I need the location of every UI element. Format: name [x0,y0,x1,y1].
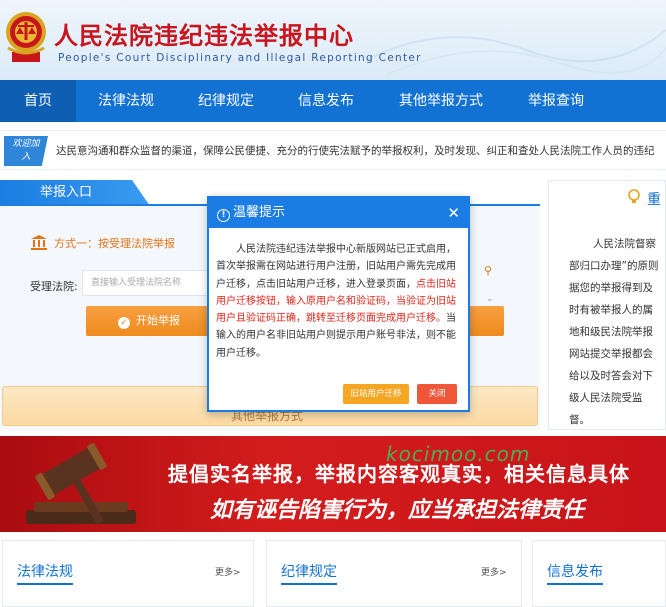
tab-report-entry[interactable]: 举报入口 [0,180,150,206]
notice-panel: 重 人民法院督察部归口办理”的原则据您的举报得到及时有被举报人的属地和级民法院举… [548,180,666,430]
check-circle-icon: ✓ [118,317,130,329]
site-header: 人民法院违纪违法举报中心 People's Court Disciplinary… [0,0,666,80]
gavel-icon [26,442,136,525]
more-link[interactable]: 更多> [481,565,507,578]
nav-item-laws[interactable]: 法律法规 [76,80,176,122]
main-nav: 首页 法律法规 纪律规定 信息发布 其他举报方式 举报查询 [0,80,666,122]
old-user-migrate-button[interactable]: 旧站用户迁移 [343,384,409,404]
court-emblem-icon [6,12,46,62]
welcome-ticker: 欢迎加入 达民意沟通和群众监督的渠道，保障公民便捷、充分的行使宪法赋予的举报权利… [0,130,666,170]
site-subtitle: People's Court Disciplinary and Illegal … [58,52,422,64]
nav-item-report-query[interactable]: 举报查询 [506,80,606,122]
real-name-report-banner: kocimoo.com 提倡实名举报，举报内容客观真实，相关信息具体 如有诬告陷… [0,436,666,532]
close-icon[interactable]: ✕ [447,198,460,228]
header-decoration [366,29,666,76]
site-title: 人民法院违纪违法举报中心 [54,22,354,50]
column-title: 信息发布 [547,564,603,580]
search-icon[interactable]: ⚲ [484,264,492,277]
column-title: 法律法规 [17,564,73,580]
banner-slogan-1: 提倡实名举报，举报内容客观真实，相关信息具体 [168,462,630,486]
column-laws: 法律法规 更多> [2,540,254,607]
nav-item-discipline[interactable]: 纪律规定 [176,80,276,122]
info-icon: ! [217,209,230,222]
welcome-badge: 欢迎加入 [4,136,48,166]
dialog-message: 人民法院违纪违法举报中心新版网站已正式启用，首次举报需在网站进行用户注册，旧站用… [216,244,456,359]
column-underline [547,583,603,585]
notice-dialog: ! 温馨提示 ✕ 人民法院违纪违法举报中心新版网站已正式启用，首次举报需在网站进行… [207,196,470,412]
ticker-text: 达民意沟通和群众监督的渠道，保障公民便捷、充分的行使宪法赋予的举报权利，及时发现… [56,145,655,157]
column-news: 信息发布 [532,540,666,607]
column-title: 纪律规定 [281,564,337,580]
court-building-icon [31,235,47,250]
dialog-title: 温馨提示 [233,205,286,220]
banner-slogan-2: 如有诬告陷害行为，应当承担法律责任 [210,498,585,523]
column-underline [281,583,337,585]
report-method-title: 方式一：按受理法院举报 [30,234,175,251]
nav-item-home[interactable]: 首页 [0,80,76,122]
nav-item-other-methods[interactable]: 其他举报方式 [376,80,506,122]
chevron-down-icon[interactable]: ⌄ [486,294,494,304]
notice-heading: 重 [647,192,661,208]
dialog-close-button[interactable]: 关闭 [417,384,457,404]
lightbulb-icon [628,189,640,203]
column-underline [17,583,73,585]
column-discipline: 纪律规定 更多> [266,540,522,607]
nav-item-news[interactable]: 信息发布 [276,80,376,122]
dialog-header: ! 温馨提示 ✕ [209,198,468,228]
court-search-input[interactable]: 直接输入受理法院名称 [82,270,208,296]
court-field-label: 受理法院: [30,280,78,293]
notice-body: 人民法院督察部归口办理”的原则据您的举报得到及时有被举报人的属地和级民法院举报网… [569,238,659,426]
more-link[interactable]: 更多> [215,565,241,578]
